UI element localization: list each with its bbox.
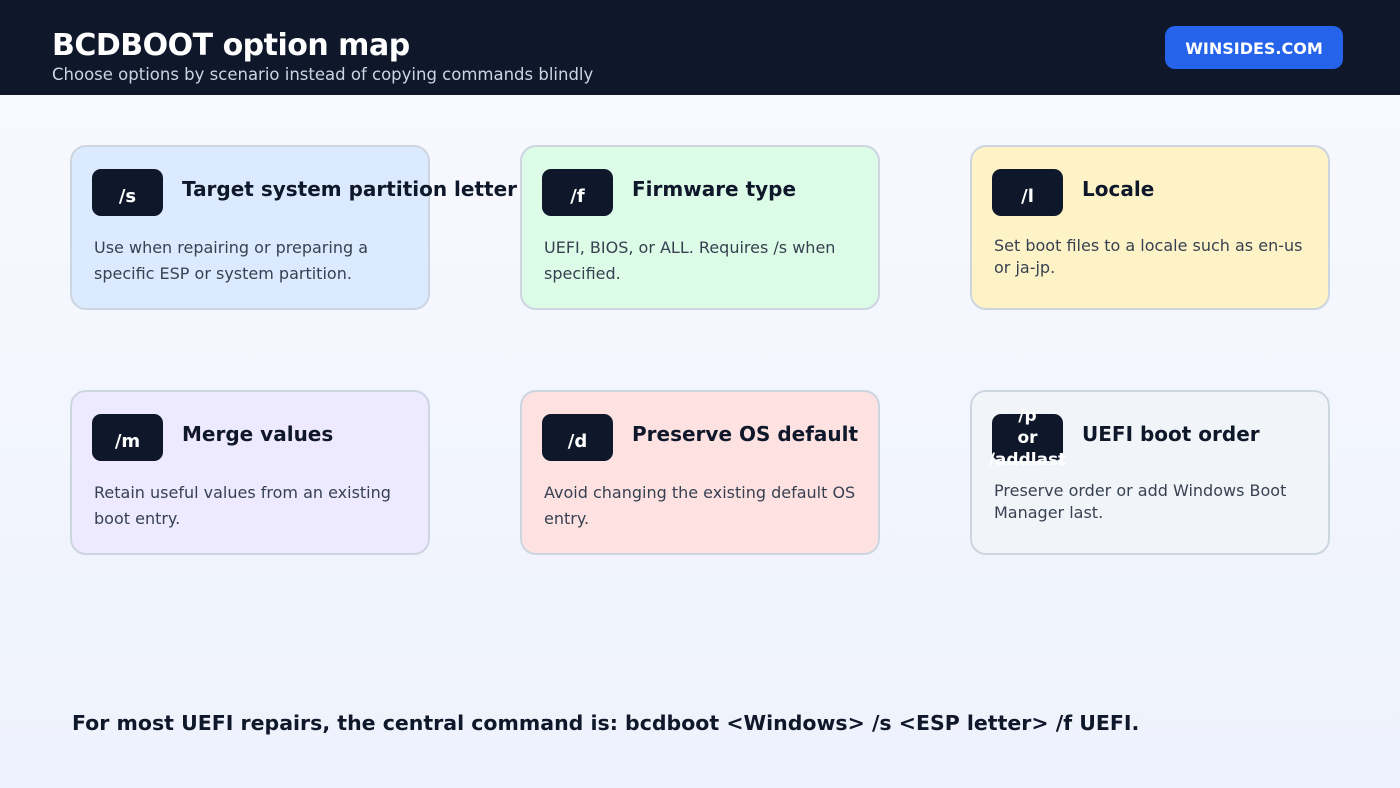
option-description: Set boot files to a locale such as en-us… bbox=[994, 236, 1303, 277]
option-badge: /l bbox=[992, 169, 1063, 216]
option-description: Avoid changing the existing default OS e… bbox=[544, 483, 856, 528]
option-card-m: /m Merge values Retain useful values fro… bbox=[70, 390, 430, 555]
option-badge: /s bbox=[92, 169, 163, 216]
page-subtitle: Choose options by scenario instead of co… bbox=[52, 65, 594, 84]
option-badge: /p or /addlast bbox=[988, 405, 1067, 470]
option-title: Locale bbox=[1082, 177, 1155, 201]
option-card-p: /p or /addlast UEFI boot order Preserve … bbox=[970, 390, 1330, 555]
footer-note: For most UEFI repairs, the central comma… bbox=[72, 711, 1140, 735]
option-title: Firmware type bbox=[632, 177, 797, 201]
option-card-s: /s Target system partition letter Use wh… bbox=[70, 145, 517, 310]
option-badge: /d bbox=[542, 414, 613, 461]
option-badge: /f bbox=[542, 169, 613, 216]
option-title: Merge values bbox=[182, 422, 334, 446]
option-badge: /m bbox=[92, 414, 163, 461]
option-description: Use when repairing or preparing a specif… bbox=[94, 238, 369, 283]
option-title: UEFI boot order bbox=[1082, 422, 1260, 446]
brand-badge[interactable]: WINSIDES.COM bbox=[1165, 26, 1343, 69]
option-card-l: /l Locale Set boot files to a locale suc… bbox=[970, 145, 1330, 310]
option-description: Preserve order or add Windows Boot Manag… bbox=[994, 481, 1287, 522]
option-card-f: /f Firmware type UEFI, BIOS, or ALL. Req… bbox=[520, 145, 880, 310]
option-title: Target system partition letter bbox=[182, 177, 518, 201]
option-card-d: /d Preserve OS default Avoid changing th… bbox=[520, 390, 880, 555]
option-description: UEFI, BIOS, or ALL. Requires /s when spe… bbox=[544, 238, 836, 283]
header-bar: BCDBOOT option map Choose options by sce… bbox=[0, 0, 1400, 95]
option-title: Preserve OS default bbox=[632, 422, 859, 446]
page-title: BCDBOOT option map bbox=[52, 28, 410, 63]
option-description: Retain useful values from an existing bo… bbox=[94, 483, 391, 528]
